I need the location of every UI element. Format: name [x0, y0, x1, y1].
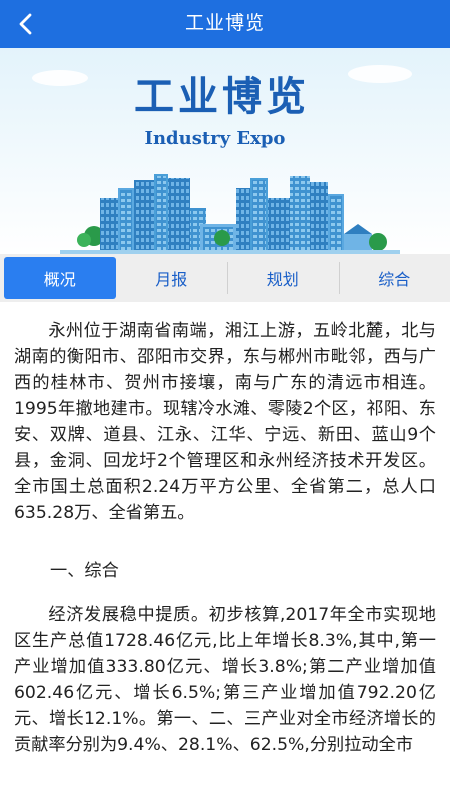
- section-heading: 一、综合: [50, 561, 119, 581]
- tab-comprehensive[interactable]: 综合: [338, 254, 450, 302]
- page-title: 工业博览: [184, 12, 265, 34]
- tab-overview[interactable]: 概况: [4, 257, 116, 299]
- banner-title-en: Industry Expo: [145, 128, 286, 149]
- section-paragraph: 经济发展稳中提质。初步核算,2017年全市实现地区生产总值1728.46亿元,比…: [14, 605, 436, 755]
- article-content: 永州位于湖南省南端，湘江上游，五岭北麓，北与湖南的衡阳市、邵阳市交界，东与郴州市…: [0, 318, 450, 758]
- banner-title-cn: 工业博览: [134, 74, 310, 120]
- tab-bar: 概况 月报 规划 综合: [0, 254, 450, 302]
- tab-monthly-report[interactable]: 月报: [116, 254, 228, 302]
- app-header: 工业博览: [0, 0, 450, 48]
- banner-image: 工业博览 Industry Expo: [0, 48, 450, 254]
- intro-paragraph: 永州位于湖南省南端，湘江上游，五岭北麓，北与湖南的衡阳市、邵阳市交界，东与郴州市…: [14, 321, 436, 523]
- tab-planning[interactable]: 规划: [227, 254, 339, 302]
